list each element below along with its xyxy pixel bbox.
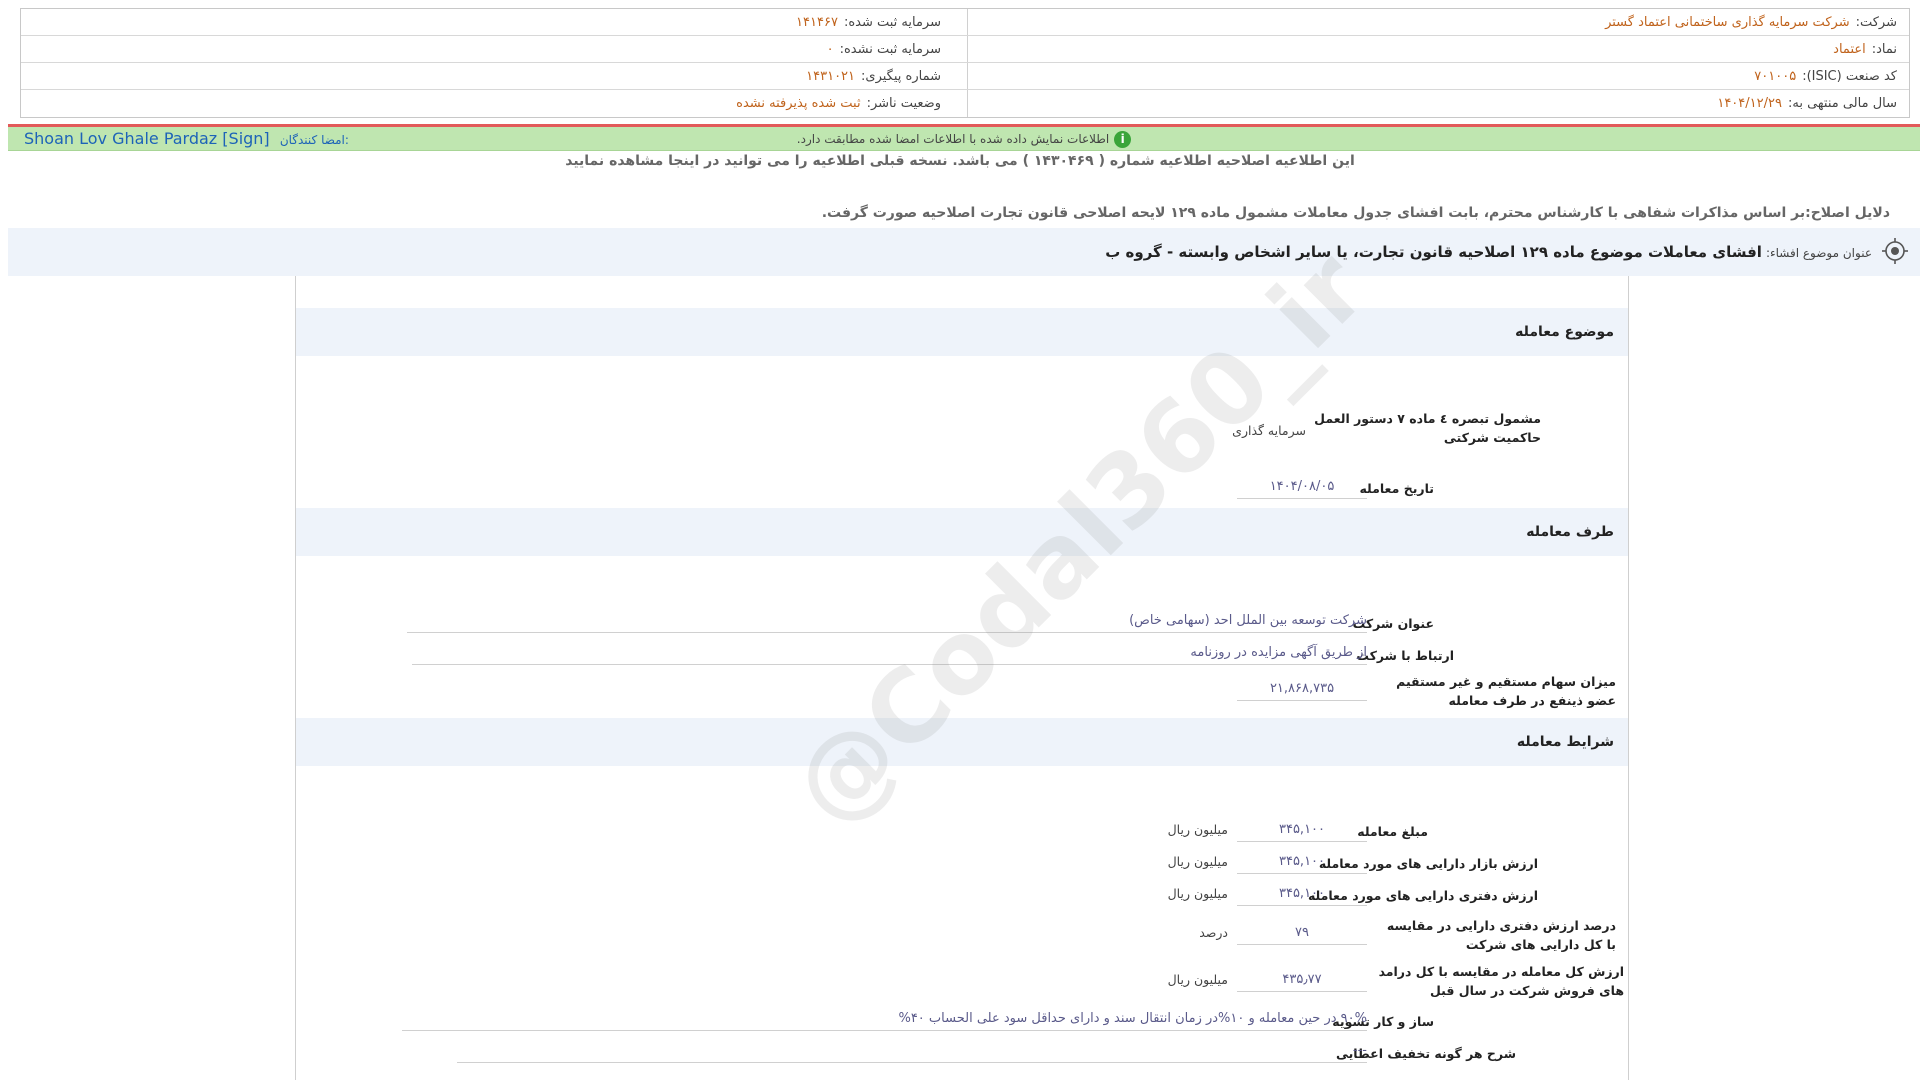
section-title-counterparty: طرف معامله bbox=[1526, 524, 1614, 540]
tracking-number-value: ۱۴۳۱۰۲۱ bbox=[806, 69, 856, 84]
company-label: شرکت: bbox=[1855, 15, 1897, 30]
subject-bar: عنوان موضوع افشاء:افشای معاملات موضوع ما… bbox=[8, 228, 1920, 276]
transaction-panel: موضوع معامله مشمول تبصره ٤ ماده ٧ دستور … bbox=[295, 276, 1629, 1080]
total-value-value: ۴۳۵٫۷۷ bbox=[1237, 968, 1367, 992]
unregistered-capital-value: ۰ bbox=[826, 42, 834, 57]
subject-text: عنوان موضوع افشاء:افشای معاملات موضوع ما… bbox=[1105, 228, 1872, 276]
relation-label: ارتباط با شرکت bbox=[1356, 648, 1454, 663]
shares-label: میزان سهام مستقیم و غیر مستقیم عضو ذینفع… bbox=[1396, 674, 1616, 708]
company-cell: شرکت: شرکت سرمایه گذاری ساختمانی اعتماد گ… bbox=[1605, 9, 1897, 36]
subject-title: افشای معاملات موضوع ماده ۱۲۹ اصلاحیه قان… bbox=[1105, 243, 1762, 261]
registered-capital-label: سرمایه ثبت شده: bbox=[843, 15, 941, 30]
isic-label: کد صنعت (ISIC): bbox=[1802, 69, 1897, 84]
governance-value: سرمایه گذاری bbox=[1232, 423, 1306, 438]
info-icon: i bbox=[1114, 131, 1132, 148]
book-pct-label: درصد ارزش دفتری دارایی در مقایسه با کل د… bbox=[1386, 918, 1616, 952]
relation-value: از طریق آگهی مزایده در روزنامه bbox=[412, 641, 1367, 665]
total-value-label: ارزش کل معامله در مقایسه با کل درامد های… bbox=[1378, 964, 1624, 998]
section-transaction-subject: موضوع معامله bbox=[296, 308, 1628, 356]
market-value-unit: میلیون ریال bbox=[1167, 854, 1228, 869]
amount-unit: میلیون ریال bbox=[1167, 822, 1228, 837]
governance-label: مشمول تبصره ٤ ماده ٧ دستور العمل حاکمیت … bbox=[1314, 411, 1541, 445]
signature-message-text: اطلاعات نمایش داده شده با اطلاعات امضا ش… bbox=[796, 132, 1110, 146]
target-icon bbox=[1882, 238, 1908, 264]
company-value[interactable]: شرکت سرمایه گذاری ساختمانی اعتماد گستر bbox=[1605, 15, 1850, 30]
tracking-number-label: شماره پیگیری: bbox=[861, 69, 941, 84]
info-row-isic: کد صنعت (ISIC): ۷۰۱۰۰۵ شماره پیگیری: ۱۴۳۱۰… bbox=[21, 63, 1909, 90]
fiscal-year-label: سال مالی منتهی به: bbox=[1787, 96, 1897, 111]
total-value-unit: میلیون ریال bbox=[1167, 972, 1228, 987]
market-value-value: ۳۴۵,۱۰۰ bbox=[1237, 850, 1367, 874]
shares-value: ۲۱,۸۶۸,۷۳۵ bbox=[1237, 677, 1367, 701]
publisher-status-cell: وضعیت ناشر: ثبت شده پذیرفته نشده bbox=[736, 90, 941, 117]
book-value-unit: میلیون ریال bbox=[1167, 886, 1228, 901]
correction-reason: دلایل اصلاح:بر اساس مذاکرات شفاهی با کار… bbox=[821, 205, 1890, 221]
section-terms: شرایط معامله bbox=[296, 718, 1628, 766]
unregistered-capital-label: سرمایه ثبت نشده: bbox=[839, 42, 941, 57]
fiscal-year-cell: سال مالی منتهی به: ۱۴۰۴/۱۲/۲۹ bbox=[1717, 90, 1897, 117]
symbol-label: نماد: bbox=[1871, 42, 1897, 57]
tracking-number-cell: شماره پیگیری: ۱۴۳۱۰۲۱ bbox=[806, 63, 941, 90]
info-row-symbol: نماد: اعتماد سرمایه ثبت نشده: ۰ bbox=[21, 36, 1909, 63]
settlement-value: ۹۰% در حین معامله و ۱۰%در زمان انتقال سن… bbox=[402, 1007, 1367, 1031]
fiscal-year-value: ۱۴۰۴/۱۲/۲۹ bbox=[1717, 96, 1782, 111]
counterparty-company-value: شرکت توسعه بین الملل احد (سهامی خاص) bbox=[407, 609, 1367, 633]
book-value-value: ۳۴۵,۱۰۰ bbox=[1237, 882, 1367, 906]
section-counterparty: طرف معامله bbox=[296, 508, 1628, 556]
discount-value: --- bbox=[457, 1039, 1367, 1063]
amount-value: ۳۴۵,۱۰۰ bbox=[1237, 818, 1367, 842]
info-row-fiscal: سال مالی منتهی به: ۱۴۰۴/۱۲/۲۹ وضعیت ناشر:… bbox=[21, 90, 1909, 117]
amount-label: مبلغ معامله bbox=[1357, 824, 1428, 839]
symbol-cell: نماد: اعتماد bbox=[1833, 36, 1897, 63]
book-pct-value: ۷۹ bbox=[1237, 921, 1367, 945]
signers: Shoan Lov Ghale Pardaz [Sign] امضا کنندگ… bbox=[24, 127, 349, 151]
date-label: تاریخ معامله bbox=[1359, 481, 1434, 496]
registered-capital-value: ۱۴۱۴۶۷ bbox=[796, 15, 838, 30]
date-value: ۱۴۰۴/۰۸/۰۵ bbox=[1237, 475, 1367, 499]
unregistered-capital-cell: سرمایه ثبت نشده: ۰ bbox=[827, 36, 941, 63]
correction-notice[interactable]: این اطلاعیه اصلاحیه اطلاعیه شماره ( ۱۴۳۰… bbox=[0, 153, 1920, 169]
company-info-table: شرکت: شرکت سرمایه گذاری ساختمانی اعتماد گ… bbox=[20, 8, 1910, 118]
isic-cell: کد صنعت (ISIC): ۷۰۱۰۰۵ bbox=[1754, 63, 1897, 90]
signature-verification-bar: i اطلاعات نمایش داده شده با اطلاعات امضا … bbox=[8, 127, 1920, 151]
info-row-company: شرکت: شرکت سرمایه گذاری ساختمانی اعتماد گ… bbox=[21, 9, 1909, 36]
isic-value: ۷۰۱۰۰۵ bbox=[1754, 69, 1797, 84]
signers-label: امضا کنندگان: bbox=[279, 133, 349, 147]
signer-name-link[interactable]: Shoan Lov Ghale Pardaz [Sign] bbox=[24, 129, 270, 148]
symbol-value[interactable]: اعتماد bbox=[1833, 42, 1866, 57]
section-title-terms: شرایط معامله bbox=[1516, 734, 1614, 750]
publisher-status-label: وضعیت ناشر: bbox=[866, 96, 941, 111]
section-title-transaction-subject: موضوع معامله bbox=[1515, 324, 1614, 340]
subject-label: عنوان موضوع افشاء: bbox=[1765, 246, 1872, 260]
registered-capital-cell: سرمایه ثبت شده: ۱۴۱۴۶۷ bbox=[796, 9, 941, 36]
publisher-status-value: ثبت شده پذیرفته نشده bbox=[736, 96, 861, 111]
book-pct-unit: درصد bbox=[1199, 925, 1228, 940]
